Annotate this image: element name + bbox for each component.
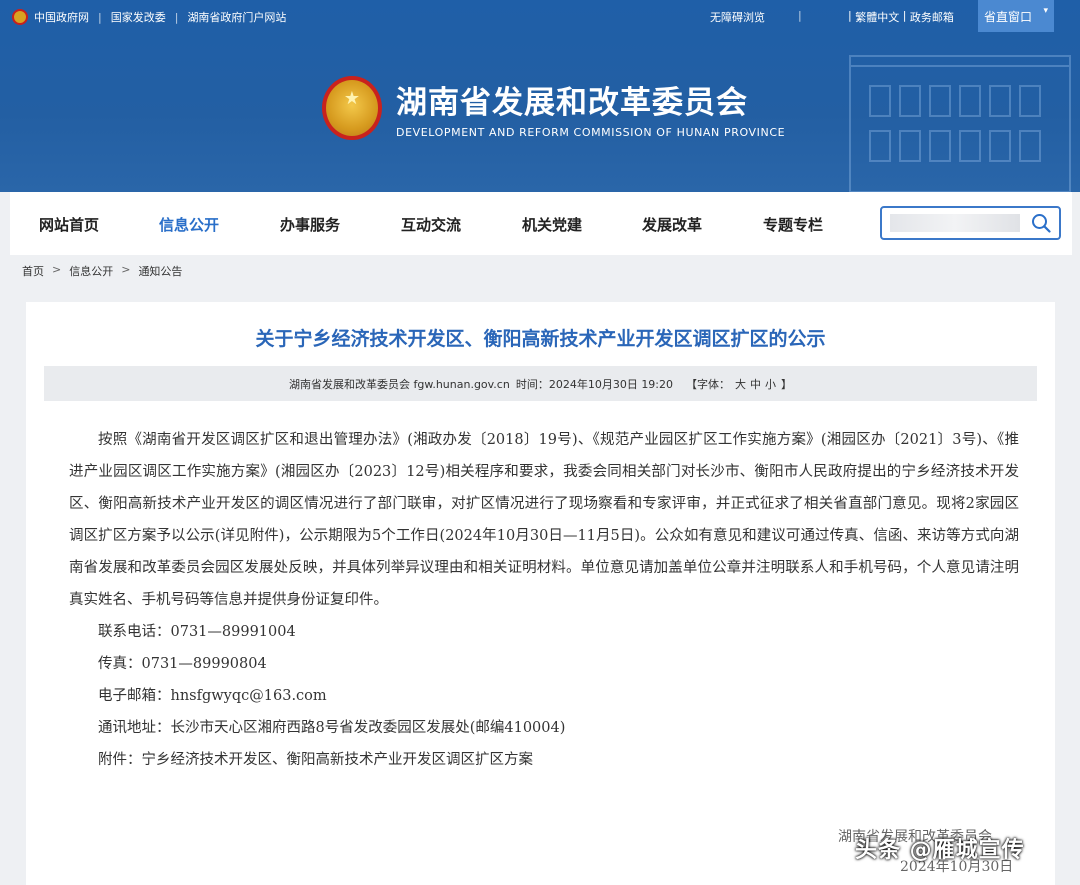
- nav-item-topics[interactable]: 专题专栏: [763, 214, 823, 235]
- building-illustration: [849, 55, 1071, 192]
- font-size-large[interactable]: 大: [735, 376, 746, 392]
- breadcrumb-info-public[interactable]: 信息公开: [69, 263, 113, 279]
- article-time: 时间：2024年10月30日 19:20: [515, 377, 674, 391]
- font-size-label: 【字体：: [686, 377, 731, 391]
- province-window-label: 省直窗口: [984, 10, 1033, 24]
- link-ndrc[interactable]: 国家发改委: [111, 9, 166, 25]
- traditional-chinese-link[interactable]: 繁體中文: [855, 9, 899, 25]
- divider: |: [798, 9, 802, 22]
- breadcrumb-separator: >: [52, 263, 62, 276]
- article-source: 湖南省发展和改革委员会 fgw.hunan.gov.cn: [288, 377, 510, 391]
- article-meta: 湖南省发展和改革委员会 fgw.hunan.gov.cn 时间：2024年10月…: [44, 366, 1037, 401]
- chevron-down-icon: ▾: [1043, 6, 1048, 16]
- top-right-links: | 繁體中文 | 政务邮箱: [848, 9, 954, 25]
- article-title: 关于宁乡经济技术开发区、衡阳高新技术产业开发区调区扩区的公示: [255, 328, 826, 350]
- nav-item-home[interactable]: 网站首页: [39, 214, 99, 235]
- search-icon[interactable]: [1031, 213, 1051, 233]
- site-header: 中国政府网 | 国家发改委 | 湖南省政府门户网站 无障碍浏览 | | 繁體中文…: [0, 0, 1080, 192]
- attachment-link[interactable]: 附件：宁乡经济技术开发区、衡阳高新技术产业开发区调区扩区方案: [69, 744, 1019, 776]
- divider: |: [899, 9, 910, 22]
- site-name-cn: 湖南省发展和改革委员会: [396, 85, 748, 121]
- contact-address: 通讯地址：长沙市天心区湘府西路8号省发改委园区发展处(邮编410004): [98, 720, 566, 736]
- breadcrumb-home[interactable]: 首页: [22, 263, 44, 279]
- article-content: 按照《湖南省开发区调区扩区和退出管理办法》(湘政办发〔2018〕19号)、《规范…: [69, 424, 1019, 776]
- divider: |: [98, 10, 102, 24]
- top-bar: 中国政府网 | 国家发改委 | 湖南省政府门户网站 无障碍浏览 | | 繁體中文…: [0, 0, 1080, 32]
- watermark: 头条 @雁城宣传: [855, 838, 1025, 863]
- article-panel: 关于宁乡经济技术开发区、衡阳高新技术产业开发区调区扩区的公示 湖南省发展和改革委…: [26, 302, 1055, 885]
- font-size-small[interactable]: 小: [765, 376, 776, 392]
- main-nav: 网站首页 信息公开 办事服务 互动交流 机关党建 发展改革 专题专栏: [10, 192, 1072, 255]
- divider: |: [848, 9, 856, 22]
- nav-item-services[interactable]: 办事服务: [280, 214, 340, 235]
- national-emblem-icon: [322, 76, 382, 140]
- site-name-en: DEVELOPMENT AND REFORM COMMISSION OF HUN…: [396, 126, 786, 139]
- breadcrumb-notices[interactable]: 通知公告: [138, 263, 182, 279]
- font-size-end: 】: [781, 377, 793, 391]
- province-window-button[interactable]: 省直窗口 ▾: [978, 0, 1054, 32]
- emblem-icon: [12, 9, 28, 25]
- site-brand[interactable]: 湖南省发展和改革委员会 DEVELOPMENT AND REFORM COMMI…: [322, 76, 785, 140]
- link-gov-cn[interactable]: 中国政府网: [34, 9, 89, 25]
- nav-item-reform[interactable]: 发展改革: [642, 214, 702, 235]
- breadcrumb: 首页 > 信息公开 > 通知公告: [22, 263, 182, 279]
- nav-item-party[interactable]: 机关党建: [522, 214, 582, 235]
- accessibility-link[interactable]: 无障碍浏览: [710, 9, 765, 25]
- top-links: 中国政府网 | 国家发改委 | 湖南省政府门户网站: [12, 9, 286, 25]
- search-box: [880, 206, 1061, 240]
- divider: |: [174, 10, 179, 24]
- font-size-medium[interactable]: 中: [750, 376, 761, 392]
- gov-mail-link[interactable]: 政务邮箱: [910, 9, 954, 25]
- nav-item-info-public[interactable]: 信息公开: [159, 214, 219, 235]
- contact-email[interactable]: 电子邮箱：hnsfgwyqc@163.com: [69, 680, 1019, 712]
- contact-fax: 传真：0731—89990804: [98, 656, 267, 672]
- article-body: 按照《湖南省开发区调区扩区和退出管理办法》(湘政办发〔2018〕19号)、《规范…: [69, 432, 1019, 608]
- nav-item-interaction[interactable]: 互动交流: [401, 214, 461, 235]
- search-input[interactable]: [890, 214, 1020, 232]
- contact-phone: 联系电话：0731—89991004: [98, 624, 296, 640]
- breadcrumb-separator: >: [121, 263, 131, 276]
- link-hunan-gov[interactable]: 湖南省政府门户网站: [187, 9, 286, 25]
